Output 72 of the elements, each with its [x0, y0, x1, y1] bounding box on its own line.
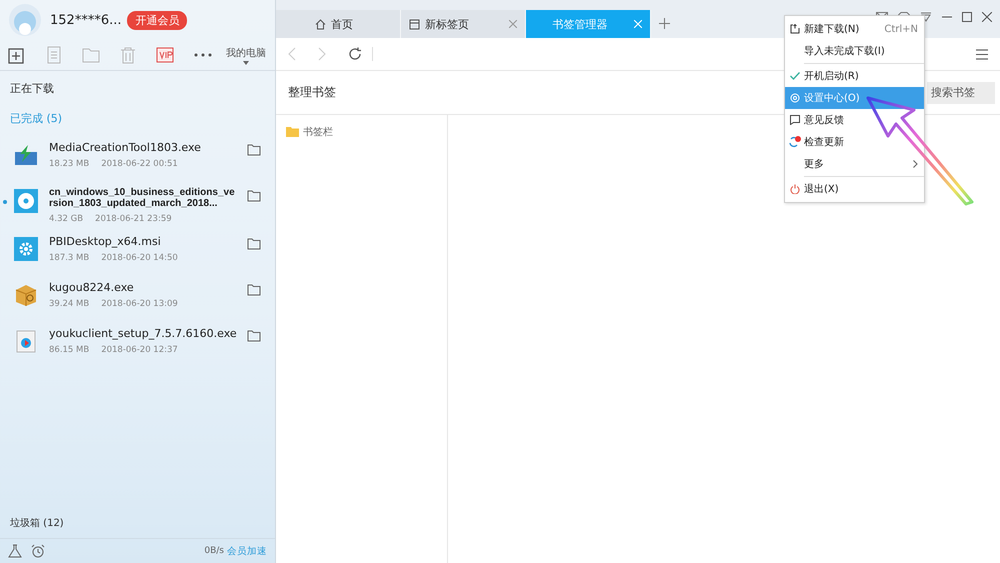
menu-item[interactable]: 更多: [785, 153, 924, 175]
folder-icon[interactable]: [247, 330, 261, 342]
menu-caret-icon[interactable]: [920, 12, 932, 22]
file-date: 2018-06-21 23:59: [95, 214, 172, 224]
file-name: youkuclient_setup_7.5.7.6160.exe: [49, 327, 238, 340]
file-name: MediaCreationTool1803.exe: [49, 141, 202, 154]
tab-label: 新标签页: [425, 16, 469, 32]
update-icon: [788, 136, 800, 148]
device-dropdown[interactable]: 我的电脑: [226, 46, 266, 64]
download-item[interactable]: kugou8224.exe 39.24 MB 2018-06-20 13:09: [0, 275, 275, 321]
downloading-tab[interactable]: 正在下载: [0, 71, 275, 101]
vip-icon[interactable]: [156, 47, 174, 63]
download-item[interactable]: PBIDesktop_x64.msi 187.3 MB 2018-06-20 14:50: [0, 229, 275, 275]
download-item[interactable]: cn_windows_10_business_editions_version_1803_updated_march_2018... 4.32 GB 2018-06-21 23:59: [0, 181, 275, 229]
player-icon: [14, 329, 38, 353]
user-name: 152****6...: [50, 12, 122, 28]
alarm-icon[interactable]: [31, 544, 45, 558]
trash-link[interactable]: 垃圾箱 (12): [0, 516, 275, 538]
file-size: 4.32 GB: [49, 214, 84, 224]
folder-icon[interactable]: [247, 284, 261, 296]
download-item[interactable]: MediaCreationTool1803.exe 18.23 MB 2018-06-22 00:51: [0, 135, 275, 181]
add-icon[interactable]: [8, 46, 26, 64]
file-date: 2018-06-20 12:37: [101, 345, 178, 355]
chevron-icon: [913, 160, 918, 168]
file-size: 187.3 MB: [49, 253, 90, 263]
home-icon: [315, 18, 326, 30]
file-size: 86.15 MB: [49, 345, 90, 355]
gear-icon: [14, 237, 38, 261]
browser-tab[interactable]: 首页: [276, 10, 401, 38]
check-icon: [790, 72, 800, 80]
menu-item[interactable]: 导入未完成下载(I): [785, 40, 924, 62]
search-field[interactable]: 搜索书签: [927, 82, 995, 104]
settings-icon: [790, 93, 800, 103]
page-title: 整理书签: [288, 84, 336, 101]
maximize-icon[interactable]: [962, 12, 972, 22]
file-size: 39.24 MB: [49, 299, 90, 309]
download-item[interactable]: youkuclient_setup_7.5.7.6160.exe 86.15 MB 2018-06-20 12:37: [0, 321, 275, 367]
download-icon: [790, 24, 800, 34]
browser-tab[interactable]: 新标签页: [401, 10, 526, 38]
installer-icon: [14, 143, 38, 167]
vip-button[interactable]: 开通会员: [127, 10, 188, 30]
file-date: 2018-06-20 14:50: [101, 253, 178, 263]
flask-icon[interactable]: [8, 544, 22, 558]
more-icon[interactable]: [194, 53, 212, 57]
menu-item[interactable]: 开机启动(R): [785, 65, 924, 87]
menu-item[interactable]: 意见反馈: [785, 109, 924, 131]
tab-label: 书签管理器: [552, 16, 608, 32]
menu-item[interactable]: 退出(X): [785, 178, 924, 200]
folder-icon: [286, 127, 299, 137]
folder-item[interactable]: 书签栏: [286, 125, 437, 139]
speed-text: 0B/s: [204, 546, 224, 556]
file-name: PBIDesktop_x64.msi: [49, 235, 162, 248]
caret-icon: [243, 60, 249, 64]
file-name: cn_windows_10_business_editions_version_1803_updated_march_2018...: [49, 187, 235, 209]
new-tab-icon[interactable]: [659, 18, 670, 29]
tab-label: 首页: [331, 16, 353, 32]
folder-icon[interactable]: [247, 238, 261, 250]
close-icon[interactable]: [982, 12, 992, 22]
folder-icon[interactable]: [247, 190, 261, 202]
file-size: 18.23 MB: [49, 159, 90, 169]
power-icon: [790, 184, 800, 194]
file-date: 2018-06-22 00:51: [101, 159, 178, 169]
menu-item[interactable]: 新建下载(N) Ctrl+N: [785, 18, 924, 40]
box-icon: [14, 283, 38, 307]
file-name: kugou8224.exe: [49, 281, 135, 294]
file-date: 2018-06-20 13:09: [101, 299, 178, 309]
page-icon: [409, 18, 420, 30]
refresh-icon[interactable]: [348, 47, 362, 61]
folder-icon[interactable]: [247, 144, 261, 156]
menu-item[interactable]: 检查更新: [785, 131, 924, 153]
menu-icon[interactable]: [976, 48, 988, 60]
chat-icon: [790, 115, 800, 125]
